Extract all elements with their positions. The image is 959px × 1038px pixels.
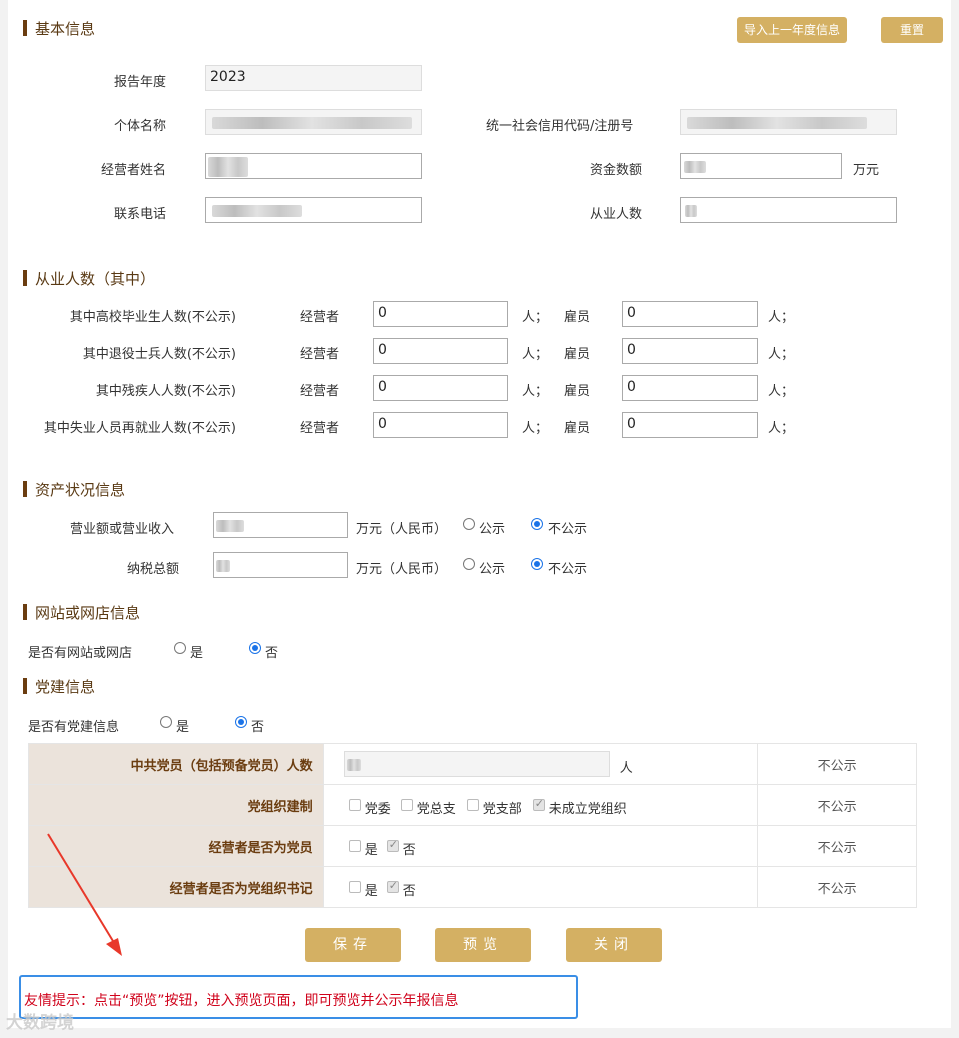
watermark-logo: 大数跨境: [6, 1013, 74, 1033]
annotation-arrow-icon: [47, 833, 122, 956]
